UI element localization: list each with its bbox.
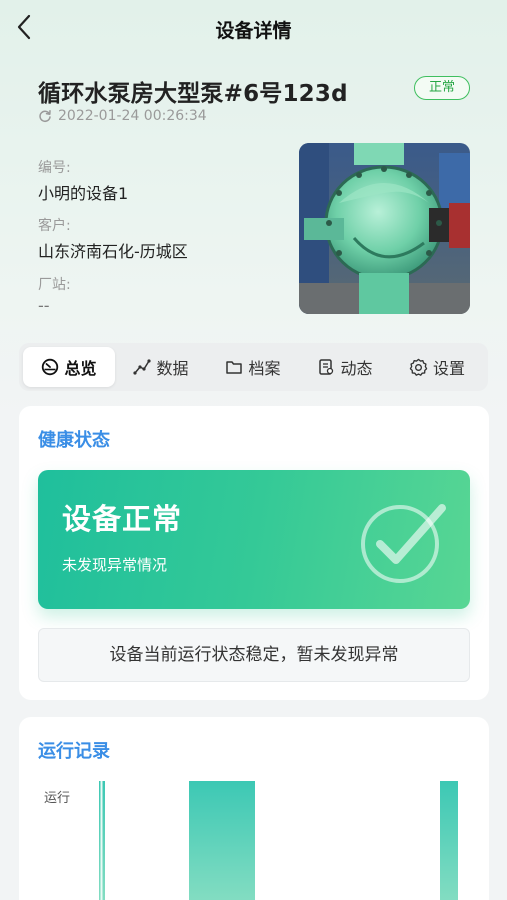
run-record-card: 运行记录 运行	[19, 717, 489, 900]
top-bar: 设备详情	[0, 0, 507, 56]
health-status-banner: 设备正常 未发现异常情况	[38, 470, 470, 609]
run-bar-highlight	[100, 781, 103, 900]
check-circle-icon	[361, 504, 446, 583]
health-card: 健康状态 设备正常 未发现异常情况 设备当前运行状态稳定，暂未发现异常	[19, 406, 489, 700]
tab-bar: 总览 数据 档案 动态 设置	[19, 343, 488, 391]
tab-overview[interactable]: 总览	[23, 347, 115, 387]
folder-icon	[226, 361, 243, 374]
health-section-title: 健康状态	[38, 430, 110, 451]
health-status-subtitle: 未发现异常情况	[62, 556, 168, 574]
document-icon	[319, 359, 334, 375]
gear-icon	[409, 358, 428, 376]
update-timestamp: 2022-01-24 00:26:34	[58, 108, 207, 124]
tab-label: 动态	[340, 359, 373, 378]
tab-label: 档案	[248, 359, 281, 378]
run-bar	[440, 781, 458, 900]
tab-settings[interactable]: 设置	[391, 347, 483, 387]
dashboard-icon	[42, 358, 59, 376]
page-title: 设备详情	[215, 20, 292, 42]
field-label-station: 厂站:	[38, 277, 71, 293]
tab-label: 设置	[432, 359, 465, 378]
refresh-icon[interactable]	[38, 109, 52, 123]
tab-data[interactable]: 数据	[115, 347, 207, 387]
health-status-title: 设备正常	[62, 502, 183, 536]
field-value-station: --	[38, 296, 50, 315]
field-value-customer: 山东济南石化-历城区	[38, 242, 188, 261]
device-name: 循环水泵房大型泵#6号123d	[38, 81, 348, 107]
tab-activity[interactable]: 动态	[299, 347, 391, 387]
field-value-number: 小明的设备1	[38, 184, 129, 203]
tab-label: 数据	[156, 359, 189, 378]
device-photo[interactable]	[299, 143, 470, 314]
tab-archive[interactable]: 档案	[207, 347, 299, 387]
health-note: 设备当前运行状态稳定，暂未发现异常	[38, 628, 470, 682]
field-label-number: 编号:	[38, 160, 71, 176]
run-record-chart	[99, 781, 458, 900]
run-bar	[189, 781, 255, 900]
tab-label: 总览	[64, 359, 97, 378]
field-label-customer: 客户:	[38, 218, 71, 234]
line-chart-icon	[133, 359, 152, 375]
status-badge: 正常	[414, 76, 470, 100]
update-time-row: 2022-01-24 00:26:34	[38, 108, 207, 124]
